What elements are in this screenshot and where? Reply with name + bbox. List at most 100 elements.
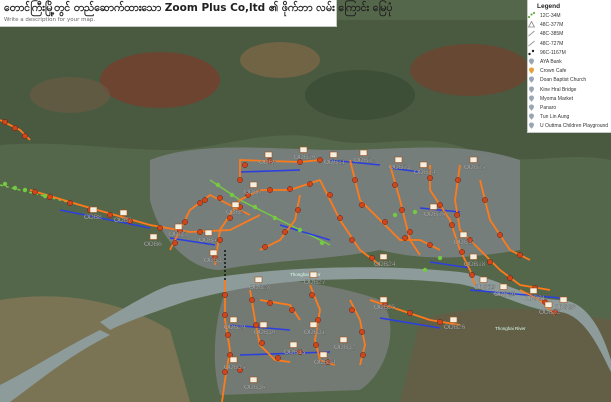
splice-closure-point[interactable] xyxy=(360,352,366,358)
splice-closure-point[interactable] xyxy=(313,342,319,348)
splice-closure-point[interactable] xyxy=(359,329,365,335)
splice-closure-point[interactable] xyxy=(237,177,243,183)
green-route-point[interactable] xyxy=(392,212,398,218)
splice-closure-point[interactable] xyxy=(197,200,203,206)
splice-closure-point[interactable] xyxy=(392,182,398,188)
map-title-panel[interactable]: တောင်ကြီးမြို့တွင် တည်ဆောက်ထားသော Zoom P… xyxy=(0,0,392,27)
splice-closure-point[interactable] xyxy=(349,237,355,243)
legend-item[interactable]: U Outtma Children Playground xyxy=(528,122,611,132)
odb-box-icon[interactable] xyxy=(394,156,403,163)
splice-closure-point[interactable] xyxy=(217,195,223,201)
splice-closure-point[interactable] xyxy=(437,202,443,208)
odb-box-icon[interactable] xyxy=(469,156,478,163)
odb-box-icon[interactable] xyxy=(299,146,308,153)
odb-box-icon[interactable] xyxy=(309,321,318,328)
splice-closure-point[interactable] xyxy=(225,332,231,338)
odb-box-icon[interactable] xyxy=(479,276,488,283)
splice-closure-point[interactable] xyxy=(282,229,288,235)
splice-closure-point[interactable] xyxy=(402,235,408,241)
splice-closure-point[interactable] xyxy=(359,202,365,208)
splice-closure-point[interactable] xyxy=(249,297,255,303)
splice-closure-point[interactable] xyxy=(427,175,433,181)
odb-box-icon[interactable] xyxy=(429,203,438,210)
odb-box-icon[interactable] xyxy=(469,253,478,260)
splice-closure-point[interactable] xyxy=(309,292,315,298)
green-route-point[interactable] xyxy=(215,182,221,188)
splice-closure-point[interactable] xyxy=(2,119,8,125)
odb-box-icon[interactable] xyxy=(259,321,268,328)
splice-closure-point[interactable] xyxy=(222,292,228,298)
odb-box-icon[interactable] xyxy=(149,233,158,240)
splice-closure-point[interactable] xyxy=(267,300,273,306)
splice-closure-point[interactable] xyxy=(337,215,343,221)
odb-box-icon[interactable] xyxy=(209,249,218,256)
odb-box-icon[interactable] xyxy=(254,276,263,283)
odb-box-icon[interactable] xyxy=(339,336,348,343)
odb-box-icon[interactable] xyxy=(529,287,538,294)
splice-closure-point[interactable] xyxy=(289,307,295,313)
splice-closure-point[interactable] xyxy=(482,197,488,203)
odb-box-icon[interactable] xyxy=(559,296,568,303)
splice-closure-point[interactable] xyxy=(407,310,413,316)
splice-closure-point[interactable] xyxy=(47,194,53,200)
splice-closure-point[interactable] xyxy=(267,187,273,193)
splice-closure-point[interactable] xyxy=(469,272,475,278)
map-canvas[interactable]: Thonghai River Thonghai River ODB8 ODB7 … xyxy=(0,0,611,402)
splice-closure-point[interactable] xyxy=(507,275,513,281)
splice-closure-point[interactable] xyxy=(307,181,313,187)
splice-closure-point[interactable] xyxy=(427,242,433,248)
splice-closure-point[interactable] xyxy=(157,225,163,231)
splice-closure-point[interactable] xyxy=(227,215,233,221)
odb-box-icon[interactable] xyxy=(379,253,388,260)
green-route-point[interactable] xyxy=(42,193,48,199)
odb-box-icon[interactable] xyxy=(379,296,388,303)
odb-box-icon[interactable] xyxy=(204,229,213,236)
splice-closure-point[interactable] xyxy=(222,312,228,318)
splice-closure-point[interactable] xyxy=(407,229,413,235)
splice-closure-point[interactable] xyxy=(327,192,333,198)
green-route-point[interactable] xyxy=(422,267,428,273)
splice-closure-point[interactable] xyxy=(517,252,523,258)
odb-box-icon[interactable] xyxy=(249,376,258,383)
splice-closure-point[interactable] xyxy=(454,212,460,218)
splice-closure-point[interactable] xyxy=(287,186,293,192)
odb-box-icon[interactable] xyxy=(119,209,128,216)
odb-box-icon[interactable] xyxy=(449,316,458,323)
odb-box-icon[interactable] xyxy=(329,151,338,158)
splice-closure-point[interactable] xyxy=(22,133,28,139)
splice-closure-point[interactable] xyxy=(217,237,223,243)
splice-closure-point[interactable] xyxy=(107,212,113,218)
green-route-point[interactable] xyxy=(272,215,278,221)
splice-closure-point[interactable] xyxy=(172,240,178,246)
map-description[interactable]: Write a description for your map. xyxy=(4,17,95,23)
splice-closure-point[interactable] xyxy=(259,340,265,346)
odb-box-icon[interactable] xyxy=(264,151,273,158)
green-route-point[interactable] xyxy=(319,240,325,246)
splice-closure-point[interactable] xyxy=(382,219,388,225)
odb-box-icon[interactable] xyxy=(459,231,468,238)
splice-closure-point[interactable] xyxy=(275,355,281,361)
green-route-point[interactable] xyxy=(412,209,418,215)
odb-box-icon[interactable] xyxy=(174,223,183,230)
odb-box-icon[interactable] xyxy=(419,161,428,168)
odb-box-icon[interactable] xyxy=(229,316,238,323)
splice-closure-point[interactable] xyxy=(253,322,259,328)
odb-box-icon[interactable] xyxy=(231,201,240,208)
green-route-point[interactable] xyxy=(297,227,303,233)
green-route-point[interactable] xyxy=(22,187,28,193)
splice-closure-point[interactable] xyxy=(487,259,493,265)
splice-closure-point[interactable] xyxy=(32,189,38,195)
odb-box-icon[interactable] xyxy=(359,149,368,156)
splice-closure-point[interactable] xyxy=(449,222,455,228)
green-route-point[interactable] xyxy=(12,185,18,191)
splice-closure-point[interactable] xyxy=(352,177,358,183)
green-route-point[interactable] xyxy=(2,181,8,187)
odb-box-icon[interactable] xyxy=(229,356,238,363)
green-route-point[interactable] xyxy=(252,204,258,210)
splice-closure-point[interactable] xyxy=(317,157,323,163)
splice-closure-point[interactable] xyxy=(455,177,461,183)
splice-closure-point[interactable] xyxy=(242,162,248,168)
green-route-point[interactable] xyxy=(229,192,235,198)
odb-box-icon[interactable] xyxy=(544,301,553,308)
splice-closure-point[interactable] xyxy=(182,219,188,225)
